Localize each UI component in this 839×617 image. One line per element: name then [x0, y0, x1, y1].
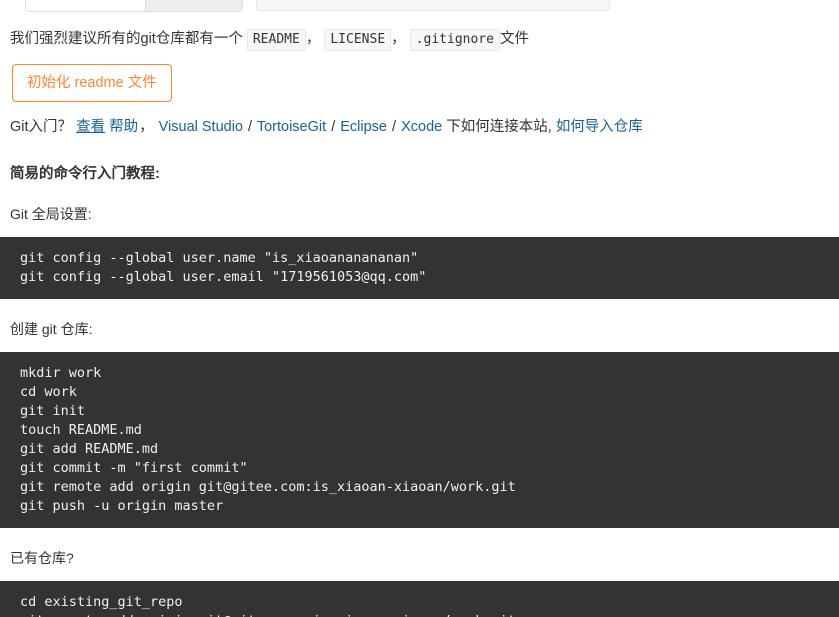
separator-slash-3: / [392, 119, 397, 135]
link-tortoisegit[interactable]: TortoiseGit [257, 119, 326, 135]
code-block-create-repo[interactable]: mkdir work cd work git init touch README… [0, 352, 839, 528]
git-intro-links: Git入门？ 查看 帮助， Visual Studio / TortoiseGi… [10, 116, 839, 138]
search-input-group[interactable] [25, 0, 243, 12]
section-label-create-repo: 创建 git 仓库: [10, 321, 93, 337]
separator-slash-1: / [248, 119, 253, 135]
top-form-row [0, 0, 839, 12]
readme-notice-comma-1: ， [305, 31, 321, 47]
link-import-repo[interactable]: 如何导入仓库 [556, 119, 643, 135]
link-view[interactable]: 查看 [76, 119, 105, 135]
search-button[interactable] [146, 0, 242, 11]
link-eclipse[interactable]: Eclipse [340, 119, 387, 135]
git-intro-middle-text: 下如何连接本站, [446, 119, 552, 135]
link-help[interactable]: 帮助 [109, 119, 138, 135]
repo-quick-setup-panel: 我们强烈建议所有的git仓库都有一个 README， LICENSE， .git… [0, 28, 839, 617]
readme-notice-comma-2: ， [391, 31, 406, 47]
code-block-global-settings[interactable]: git config --global user.name "is_xiaoan… [0, 237, 839, 299]
git-intro-comma: ， [139, 119, 154, 135]
readme-notice-suffix: 文件 [499, 31, 529, 47]
readme-recommendation: 我们强烈建议所有的git仓库都有一个 README， LICENSE， .git… [10, 28, 839, 51]
chip-gitignore: .gitignore [409, 29, 500, 51]
link-visual-studio[interactable]: Visual Studio [159, 119, 243, 135]
section-label-existing-repo: 已有仓库? [10, 550, 74, 566]
init-readme-button-row: 初始化 readme 文件 [0, 51, 839, 102]
search-input[interactable] [26, 0, 146, 11]
separator-slash-2: / [331, 119, 336, 135]
clone-url-input[interactable] [256, 0, 610, 11]
chip-readme: README [246, 29, 306, 51]
git-intro-lead: Git入门？ [10, 119, 73, 135]
readme-notice-prefix: 我们强烈建议所有的git仓库都有一个 [10, 31, 243, 47]
section-label-global-settings: Git 全局设置: [10, 206, 92, 222]
chip-license: LICENSE [324, 29, 392, 51]
code-block-existing-repo[interactable]: cd existing_git_repo git remote add orig… [0, 581, 839, 617]
init-readme-button[interactable]: 初始化 readme 文件 [12, 64, 172, 102]
link-xcode[interactable]: Xcode [401, 119, 442, 135]
tutorial-title: 简易的命令行入门教程: [10, 166, 160, 182]
